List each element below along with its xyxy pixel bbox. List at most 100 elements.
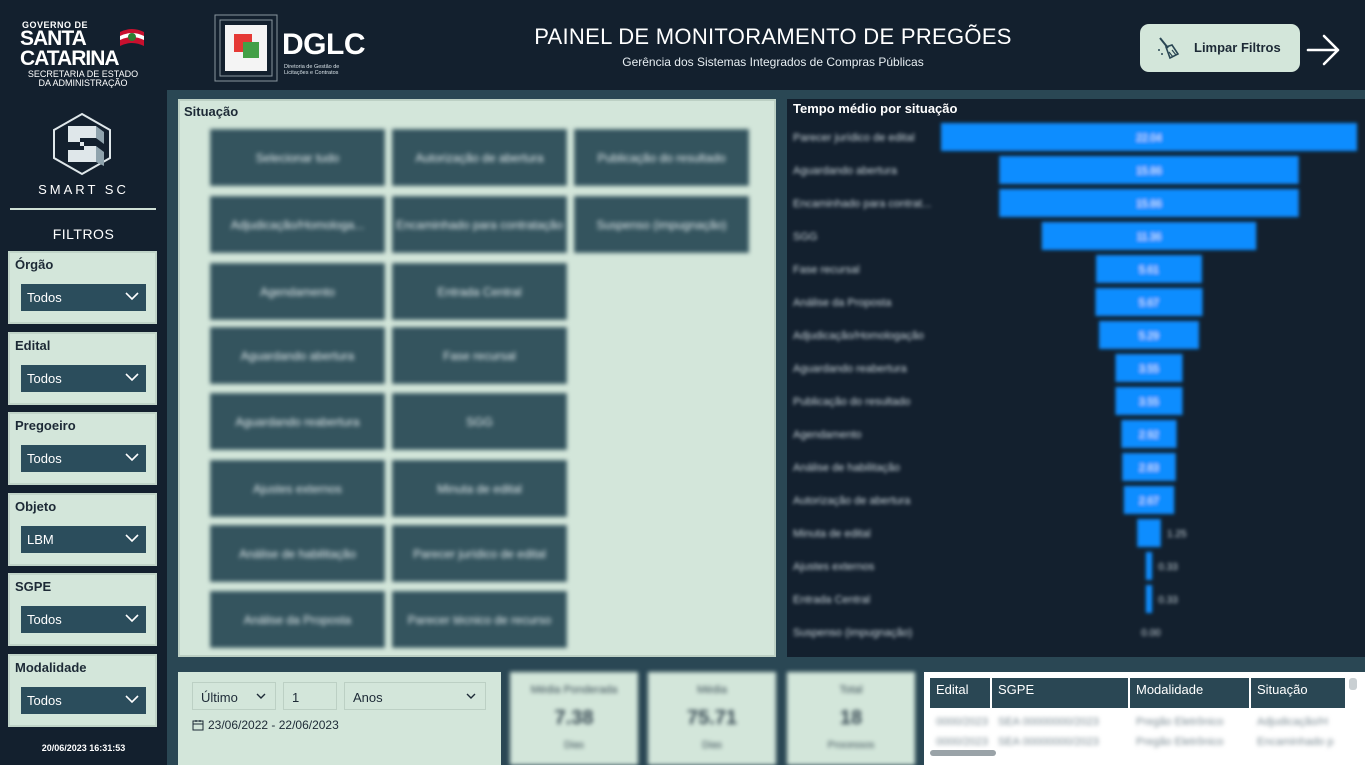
situacao-option[interactable]: Entrada Central — [392, 263, 567, 320]
situacao-option[interactable]: Ajustes externos — [210, 460, 385, 517]
funnel-bar[interactable] — [1145, 552, 1153, 580]
filter-value: Todos — [27, 612, 62, 627]
funnel-value-label: 0.00 — [1141, 628, 1161, 639]
funnel-category-label: Publicação do resultado — [793, 396, 910, 408]
cell-situacao: Encaminhado p — [1257, 736, 1334, 748]
column-header-sgpe[interactable]: SGPE — [992, 678, 1130, 708]
sidebar: GOVERNO DE SANTA CATARINA SECRETARIA DE … — [0, 0, 167, 765]
funnel-value-label: 3.55 — [1139, 397, 1159, 408]
situacao-option[interactable]: Minuta de edital — [392, 460, 567, 517]
horizontal-scrollbar[interactable] — [930, 750, 996, 756]
table-body: 0000/2023 SEA 00000000/2023 Pregão Eletr… — [930, 712, 1345, 752]
situacao-option[interactable]: Fase recursal — [392, 327, 567, 384]
situacao-option-label: Publicação do resultado — [597, 150, 726, 165]
dglc-logo-text: DGLC — [282, 28, 366, 61]
situacao-option[interactable]: Agendamento — [210, 263, 385, 320]
situacao-option[interactable]: SGG — [392, 393, 567, 450]
situacao-option[interactable]: Publicação do resultado — [574, 129, 749, 186]
cell-modalidade: Pregão Eletrônico — [1136, 736, 1224, 748]
kpi-value: 7.38 — [554, 707, 594, 729]
period-dropdown[interactable]: Último — [192, 682, 276, 710]
filter-orgao: Órgão Todos — [8, 251, 157, 324]
funnel-bar[interactable] — [1145, 585, 1153, 613]
kpi-value: 75.71 — [686, 707, 738, 729]
kpi-label: Média Ponderada — [530, 684, 618, 696]
santa-catarina-logo: GOVERNO DE SANTA CATARINA SECRETARIA DE … — [18, 20, 148, 92]
column-header-modalidade[interactable]: Modalidade — [1130, 678, 1251, 708]
funnel-title: Tempo médio por situação — [793, 101, 958, 116]
vertical-scrollbar[interactable] — [1349, 678, 1357, 690]
funnel-category-label: Análise de habilitação — [793, 462, 900, 474]
situacao-option[interactable]: Análise da Proposta — [210, 591, 385, 648]
clear-filters-button[interactable]: Limpar Filtros — [1140, 24, 1300, 72]
situacao-option-label: Parecer técnico de recurso — [407, 612, 552, 627]
funnel-value-label: 15.86 — [1136, 199, 1161, 210]
situacao-option-label: Análise de habilitação — [239, 546, 356, 561]
chevron-down-icon — [125, 695, 139, 704]
situacao-option-label: Parecer jurídico de edital — [413, 546, 546, 561]
situacao-option-label: Entrada Central — [437, 284, 522, 299]
filter-modalidade-dropdown[interactable]: Todos — [21, 687, 146, 714]
chevron-down-icon — [125, 292, 139, 301]
situacao-option-label: Selecionar tudo — [255, 150, 340, 165]
cell-edital: 0000/2023 — [936, 716, 988, 728]
flag-icon — [120, 29, 144, 46]
period-count-value: 1 — [292, 690, 300, 705]
cell-situacao: Adjudicação/H — [1257, 716, 1328, 728]
filter-value: Todos — [27, 693, 62, 708]
dglc-logo: DGLC Diretoria de Gestão de Licitações e… — [214, 14, 366, 84]
situacao-option[interactable]: Aguardando reabertura — [210, 393, 385, 450]
funnel-bar[interactable] — [1137, 519, 1161, 547]
arrow-right-icon[interactable] — [1304, 32, 1344, 68]
situacao-option[interactable]: Suspenso (impugnação) — [574, 196, 749, 253]
situacao-option[interactable]: Parecer técnico de recurso — [392, 591, 567, 648]
funnel-category-label: Parecer jurídico de edital — [793, 132, 915, 144]
dglc-mark-icon — [214, 14, 278, 82]
filters-title: FILTROS — [52, 226, 115, 242]
funnel-category-label: SGG — [793, 231, 817, 243]
situacao-option[interactable]: Adjudicação/Homologa... — [210, 196, 385, 253]
funnel-category-label: Aguardando abertura — [793, 165, 898, 177]
filter-sgpe-dropdown[interactable]: Todos — [21, 606, 146, 633]
filter-pregoeiro-dropdown[interactable]: Todos — [21, 445, 146, 472]
filter-edital-dropdown[interactable]: Todos — [21, 365, 146, 392]
cell-sgpe: SEA 00000000/2023 — [998, 736, 1099, 748]
date-range-slicer: Último 1 Anos 23/06/2022 - 22/06/2023 — [178, 672, 501, 765]
funnel-category-label: Ajustes externos — [793, 561, 875, 573]
table-row[interactable]: 0000/2023 SEA 00000000/2023 Pregão Eletr… — [930, 732, 1345, 752]
kpi-label: Média — [697, 684, 727, 696]
situacao-option[interactable]: Análise de habilitação — [210, 525, 385, 582]
filter-label: Objeto — [15, 499, 57, 514]
period-value: Último — [201, 690, 238, 705]
period-unit-dropdown[interactable]: Anos — [344, 682, 486, 710]
situacao-option[interactable]: Selecionar tudo — [210, 129, 385, 186]
kpi-media: Média 75.71 Dias — [648, 672, 776, 765]
situacao-option[interactable]: Aguardando abertura — [210, 327, 385, 384]
column-header-edital[interactable]: Edital — [930, 678, 992, 708]
situacao-option[interactable]: Encaminhado para contratação — [392, 196, 567, 253]
kpi-unit: Dias — [563, 740, 584, 751]
situacao-option-label: Encaminhado para contratação — [396, 217, 563, 232]
tempo-medio-funnel-chart: Tempo médio por situação Parecer jurídic… — [787, 99, 1365, 657]
kpi-total: Total 18 Processos — [787, 672, 915, 765]
filter-orgao-dropdown[interactable]: Todos — [21, 284, 146, 311]
table-row[interactable]: 0000/2023 SEA 00000000/2023 Pregão Eletr… — [930, 712, 1345, 732]
situacao-option-label: Fase recursal — [443, 348, 516, 363]
chevron-down-icon — [125, 614, 139, 623]
smart-sc-icon — [53, 112, 111, 176]
funnel-value-label: 5.29 — [1139, 331, 1159, 342]
gov-logo-line2: SANTA — [20, 27, 87, 50]
situacao-slicer: Situação Selecionar tudo Autorização de … — [178, 99, 776, 657]
filter-label: Modalidade — [15, 660, 87, 675]
cell-sgpe: SEA 00000000/2023 — [998, 716, 1099, 728]
situacao-option-label: Autorização de abertura — [415, 150, 544, 165]
funnel-category-label: Aguardando reabertura — [793, 363, 908, 375]
period-count-input[interactable]: 1 — [283, 682, 337, 710]
calendar-icon — [192, 720, 204, 731]
column-header-situacao[interactable]: Situação — [1251, 678, 1345, 708]
situacao-option[interactable]: Parecer jurídico de edital — [392, 525, 567, 582]
filter-label: Edital — [15, 338, 51, 353]
filter-objeto-dropdown[interactable]: LBM — [21, 526, 146, 553]
situacao-option-label: Ajustes externos — [253, 481, 342, 496]
situacao-option[interactable]: Autorização de abertura — [392, 129, 567, 186]
